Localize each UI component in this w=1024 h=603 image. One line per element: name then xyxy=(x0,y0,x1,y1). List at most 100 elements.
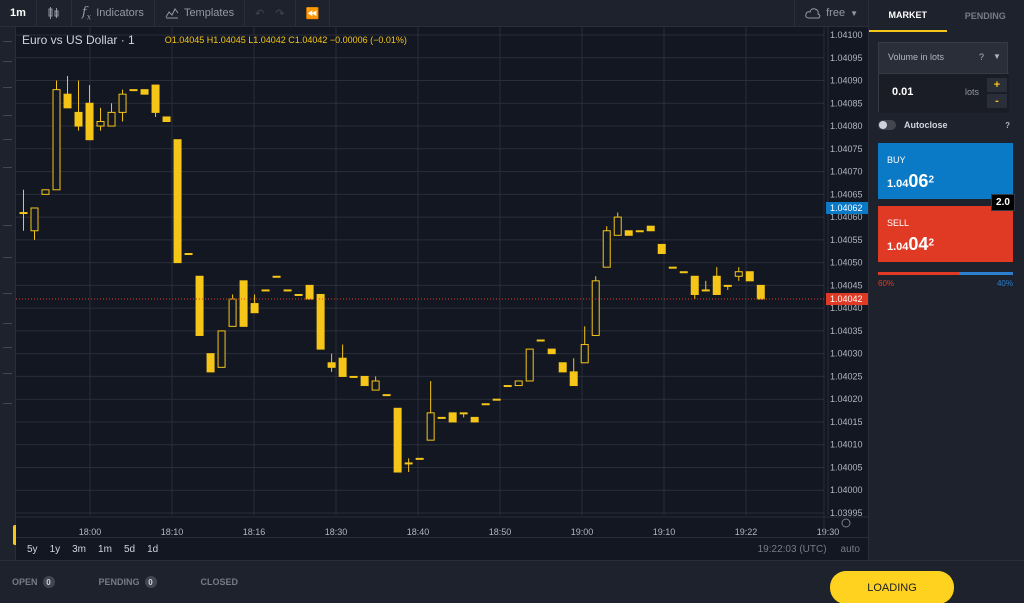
undo-button[interactable]: ↶ ↷ xyxy=(245,0,296,27)
price-tick-label: 1.04085 xyxy=(830,98,863,108)
price-tick-label: 1.04000 xyxy=(830,485,863,495)
candle-body xyxy=(19,212,28,215)
candle-body xyxy=(415,457,424,460)
chart-range-bar: 5y 1y 3m 1m 5d 1d 19:22:03 (UTC) auto xyxy=(16,537,868,560)
zoom-tool-icon[interactable] xyxy=(3,225,12,226)
range-3m[interactable]: 3m xyxy=(72,544,86,555)
chevron-down-icon[interactable]: ▼ xyxy=(993,52,1001,61)
sell-button[interactable]: SELL 1.04042 xyxy=(878,206,1013,262)
candle-body xyxy=(503,385,512,388)
order-tabs: MARKET PENDING xyxy=(869,0,1024,32)
templates-button[interactable]: Templates xyxy=(155,0,246,27)
magnet-tool-icon[interactable] xyxy=(3,257,12,258)
order-panel: MARKET PENDING Volume in lots ? ▼ 0.01 l… xyxy=(868,0,1024,560)
candle-body xyxy=(547,348,556,355)
time-tick-label: 18:40 xyxy=(407,527,430,537)
range-1y[interactable]: 1y xyxy=(50,544,61,555)
candle-body xyxy=(635,230,644,233)
price-tick-label: 1.04075 xyxy=(830,144,863,154)
tab-pending-orders[interactable]: PENDING 0 xyxy=(99,576,157,588)
trash-tool-icon[interactable] xyxy=(3,373,12,374)
time-tick-label: 18:10 xyxy=(161,527,184,537)
range-5d[interactable]: 5d xyxy=(124,544,135,555)
spread-badge: 2.0 xyxy=(991,194,1015,211)
trendline-tool-icon[interactable] xyxy=(3,61,12,62)
candle-body xyxy=(228,298,237,327)
price-tick-label: 1.04010 xyxy=(830,440,863,450)
candle-body xyxy=(261,289,270,292)
pen-tool-icon[interactable] xyxy=(3,87,12,88)
tab-pending-label: PENDING xyxy=(98,577,140,587)
auto-scale-toggle[interactable]: auto xyxy=(841,544,860,555)
settings-tool-icon[interactable] xyxy=(3,403,12,404)
candle-body xyxy=(470,416,479,423)
candle-body xyxy=(668,266,677,269)
interval-button[interactable]: 1m xyxy=(0,0,37,27)
candle-body xyxy=(283,289,292,292)
candle-body xyxy=(481,403,490,406)
indicators-button[interactable]: fx Indicators xyxy=(72,0,155,27)
lots-input[interactable]: 0.01 lots + - xyxy=(879,73,1009,113)
crosshair-tool-icon[interactable] xyxy=(3,41,12,42)
candle-body xyxy=(569,371,578,387)
range-5y[interactable]: 5y xyxy=(27,544,38,555)
help-icon[interactable]: ? xyxy=(979,52,984,62)
candle-body xyxy=(734,271,743,277)
candle-body xyxy=(41,189,50,195)
price-tick-label: 1.04070 xyxy=(830,167,863,177)
range-1d[interactable]: 1d xyxy=(147,544,158,555)
candle-body xyxy=(657,243,666,255)
candle-body xyxy=(85,102,94,141)
loading-button[interactable]: LOADING xyxy=(830,571,954,603)
compare-button[interactable] xyxy=(37,0,72,27)
candle-body xyxy=(426,412,435,441)
rewind-button[interactable]: ⏪ xyxy=(296,0,331,27)
candle-body xyxy=(305,284,314,300)
help-icon[interactable]: ? xyxy=(1005,121,1010,130)
autoclose-toggle[interactable] xyxy=(878,120,896,130)
measure-tool-icon[interactable] xyxy=(3,167,12,168)
candle-body xyxy=(525,348,534,382)
tab-pending[interactable]: PENDING xyxy=(947,0,1024,32)
candle-body xyxy=(701,289,710,292)
decrease-lots-button[interactable]: - xyxy=(987,94,1007,108)
increase-lots-button[interactable]: + xyxy=(987,78,1007,92)
range-1m[interactable]: 1m xyxy=(98,544,112,555)
function-icon: fx xyxy=(81,4,92,22)
tab-closed[interactable]: CLOSED xyxy=(201,577,239,587)
lock-tool-icon[interactable] xyxy=(3,293,12,294)
candle-body xyxy=(327,362,336,368)
candle-body xyxy=(459,412,468,415)
plan-selector[interactable]: free ▼ xyxy=(794,0,868,27)
text-tool-icon[interactable] xyxy=(3,115,12,116)
tab-open-label: OPEN xyxy=(12,577,38,587)
pattern-tool-icon[interactable] xyxy=(3,139,12,140)
buy-button[interactable]: BUY 1.04062 xyxy=(878,143,1013,199)
utc-clock[interactable]: 19:22:03 (UTC) xyxy=(758,544,827,555)
time-tick-label: 18:00 xyxy=(79,527,102,537)
tab-market[interactable]: MARKET xyxy=(869,0,947,32)
price-tick-label: 1.04020 xyxy=(830,394,863,404)
price-chart[interactable]: 1.04100 1.04095 1.04090 1.04085 1.04080 1.040… xyxy=(16,27,868,537)
volume-unit-label[interactable]: Volume in lots xyxy=(888,52,944,62)
chevron-down-icon: ▼ xyxy=(850,8,858,18)
eye-tool-icon[interactable] xyxy=(3,347,12,348)
candle-body xyxy=(316,293,325,350)
time-tick-label: 18:16 xyxy=(243,527,266,537)
lots-value[interactable]: 0.01 xyxy=(892,86,913,98)
candle-body xyxy=(140,89,149,95)
candle-body xyxy=(338,357,347,377)
candle-body xyxy=(382,394,391,397)
settings-icon xyxy=(841,518,851,528)
tab-open[interactable]: OPEN 0 xyxy=(12,576,55,588)
lots-unit: lots xyxy=(965,87,980,97)
candle-body xyxy=(745,271,754,282)
candlestick-chart[interactable]: 1.04100 1.04095 1.04090 1.04085 1.04080 1.040… xyxy=(16,27,868,537)
hide-tool-icon[interactable] xyxy=(3,323,12,324)
candle-body xyxy=(217,330,226,368)
price-tick-label: 1.04030 xyxy=(830,349,863,359)
sentiment-sell-fill xyxy=(878,272,959,275)
price-tick-label: 1.04100 xyxy=(830,30,863,40)
pending-count-badge: 0 xyxy=(144,576,157,588)
sentiment-bar xyxy=(878,272,1013,275)
